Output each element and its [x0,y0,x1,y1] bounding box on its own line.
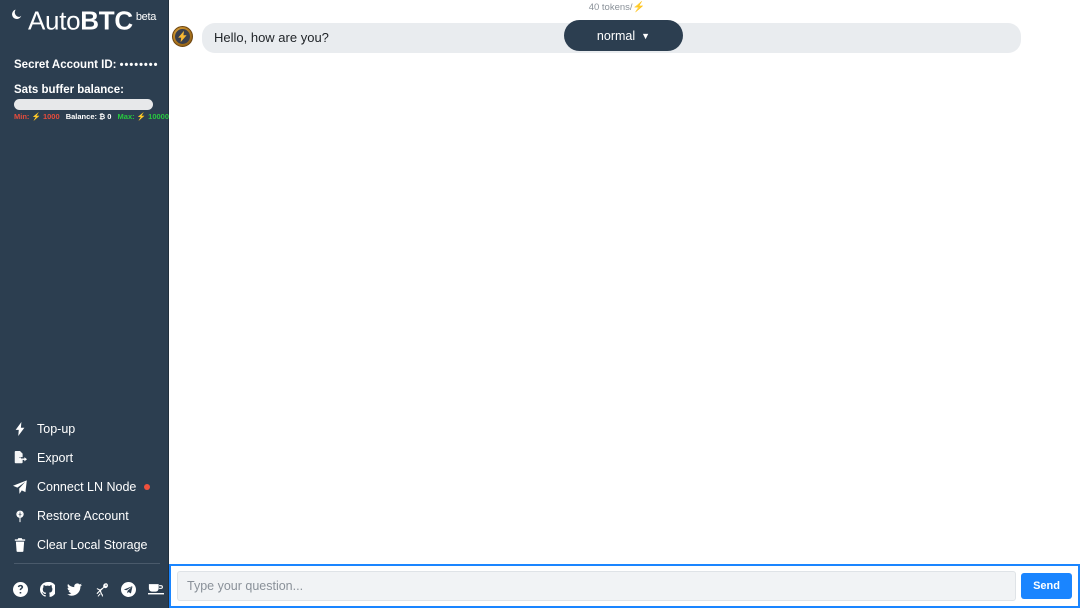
sidebar-item-restore-account[interactable]: Restore Account [0,501,169,530]
main-panel: 40 tokens/⚡ Hello, how are you? normal ▼… [169,0,1080,608]
avatar [172,26,193,47]
balance-min-value: ⚡ 1000 [31,112,60,121]
sats-buffer-progress [14,99,153,110]
moon-icon[interactable] [11,8,23,20]
brand-text-auto: Auto [28,5,81,36]
balance-current-value: ₿ 0 [99,112,112,121]
trash-icon [12,537,28,553]
github-icon[interactable] [34,578,61,600]
secret-account-id-label: Secret Account ID: [14,59,117,71]
sidebar-item-export[interactable]: Export [0,443,169,472]
chat-message-list[interactable]: Hello, how are you? [169,18,1080,564]
sidebar-item-label: Export [37,450,74,465]
token-meta-count: 40 tokens/ [588,2,633,13]
coffee-cup-icon[interactable] [142,578,169,600]
sidebar-divider [14,563,160,564]
sidebar-item-connect-ln-node[interactable]: Connect LN Node [0,472,169,501]
paper-plane-icon [12,479,28,495]
sidebar-item-clear-local-storage[interactable]: Clear Local Storage [0,530,169,559]
token-meta: 40 tokens/⚡ [589,2,645,13]
help-circle-icon[interactable] [7,578,34,600]
balance-min-label: Min: [14,112,30,121]
sidebar-item-label: Connect LN Node [37,479,137,494]
question-input[interactable] [177,571,1017,601]
send-button[interactable]: Send [1021,573,1072,599]
sidebar-item-top-up[interactable]: Top-up [0,414,169,443]
satoshi-icon: ⚡ [632,2,645,13]
twitter-icon[interactable] [61,578,88,600]
balance-max-value: ⚡ 10000 [136,112,170,121]
brand-header: AutoBTC beta [0,0,169,40]
balance-legend: Min: ⚡ 1000 Balance: ₿ 0 Max: ⚡ 10000 [14,112,169,121]
mode-selector-label: normal [596,28,636,43]
sats-buffer-label: Sats buffer balance: [14,84,124,96]
sidebar: AutoBTC beta Secret Account ID: •••••••• … [0,0,169,608]
sidebar-item-label: Restore Account [37,508,129,523]
balance-max-label: Max: [117,112,135,121]
brand-beta-tag: beta [135,11,157,23]
ostrich-nostr-icon[interactable] [88,578,115,600]
telegram-icon[interactable] [115,578,142,600]
secret-account-id-value[interactable]: •••••••• [120,59,159,71]
sidebar-item-label: Clear Local Storage [37,537,148,552]
file-export-icon [12,450,28,466]
brand-text-btc: BTC [80,5,133,36]
balance-current-label: Balance: [65,112,97,121]
social-links [7,576,169,602]
composer-bar: Send [169,564,1080,608]
app-root: AutoBTC beta Secret Account ID: •••••••• … [0,0,1080,608]
mode-selector-dropdown[interactable]: normal ▼ [564,20,683,51]
sidebar-menu: Top-up Export Connect LN Node Restore Ac… [0,414,169,559]
bolt-icon [12,421,28,437]
status-badge [144,483,151,490]
sidebar-item-label: Top-up [37,421,76,436]
chevron-down-icon: ▼ [641,30,651,41]
secret-account-id: Secret Account ID: •••••••• [14,59,158,71]
seedling-icon [12,508,28,524]
page-title: AutoBTC beta [28,2,156,36]
